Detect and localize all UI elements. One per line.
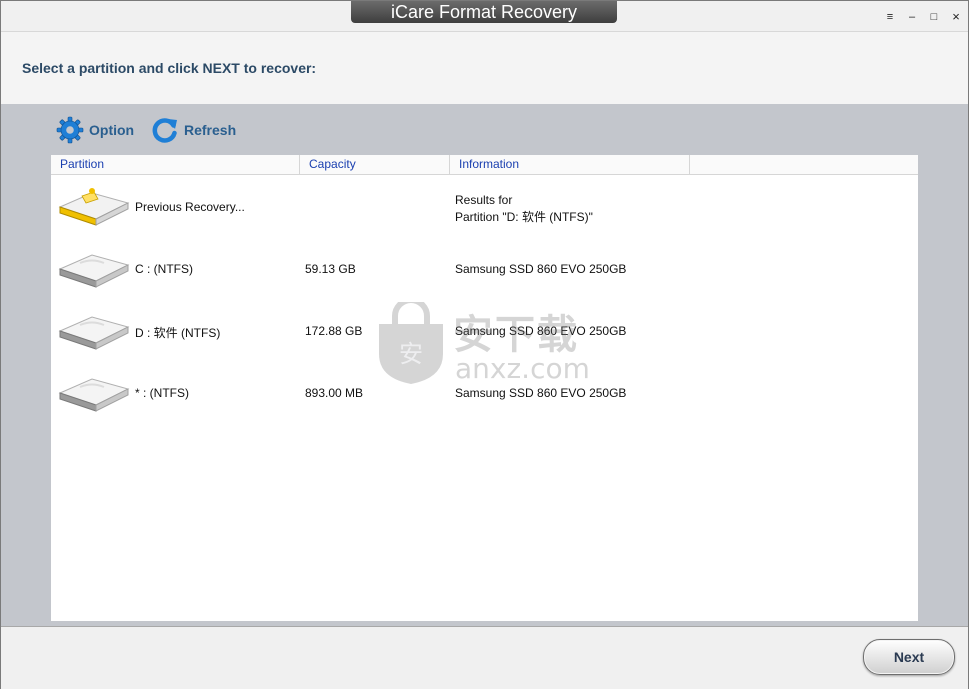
partition-name: C : (NTFS) [135,262,193,276]
partition-info-line1: Samsung SSD 860 EVO 250GB [455,386,627,400]
yellow-recovery-drive-icon [58,188,130,226]
hard-drive-icon [58,254,130,288]
maximize-button[interactable]: □ [927,10,941,24]
partition-info-line1: Samsung SSD 860 EVO 250GB [455,262,627,276]
menu-icon[interactable]: ≡ [883,10,897,24]
refresh-label: Refresh [184,122,237,138]
hard-drive-icon [58,316,130,350]
partition-info-line1: Samsung SSD 860 EVO 250GB [455,324,627,338]
refresh-button[interactable]: Refresh [151,116,236,144]
partition-capacity: 893.00 MB [305,386,364,400]
minimize-button[interactable]: – [905,10,919,24]
partition-capacity: 172.88 GB [305,324,363,338]
partition-info-line1: Results for [455,193,513,207]
option-label: Option [89,122,135,138]
footer-bar: Next [1,626,968,689]
main-panel: Option Refresh Partition Capacity Inform… [1,104,968,626]
list-header: Partition Capacity Information [51,155,918,175]
app-window: iCare Format Recovery ≡ – □ × Select a p… [0,0,969,689]
list-item-previous-recovery[interactable]: Previous Recovery... Results for Partiti… [51,175,918,237]
column-header-partition[interactable]: Partition [51,155,300,174]
title-bar[interactable]: iCare Format Recovery ≡ – □ × [1,1,968,31]
instruction-text: Select a partition and click NEXT to rec… [22,60,317,76]
partition-name: D : 软件 (NTFS) [135,326,221,340]
partition-name: Previous Recovery... [135,200,245,214]
partition-capacity: 59.13 GB [305,262,356,276]
hard-drive-icon [58,378,130,412]
instruction-header: Select a partition and click NEXT to rec… [1,31,968,105]
partition-name: * : (NTFS) [135,386,189,400]
partition-info-line2: Partition "D: 软件 (NTFS)" [455,210,593,224]
column-header-information[interactable]: Information [450,155,690,174]
list-item-partition-d[interactable]: D : 软件 (NTFS) 172.88 GB Samsung SSD 860 … [51,299,918,361]
partition-list[interactable]: Partition Capacity Information Previous … [51,155,918,621]
window-title: iCare Format Recovery [351,1,617,23]
next-button[interactable]: Next [863,639,955,675]
option-button[interactable]: Option [56,116,134,144]
gear-icon [56,116,84,144]
refresh-icon [152,118,177,143]
close-button[interactable]: × [949,10,963,24]
column-header-capacity[interactable]: Capacity [300,155,450,174]
list-item-partition-unlettered[interactable]: * : (NTFS) 893.00 MB Samsung SSD 860 EVO… [51,361,918,423]
list-item-partition-c[interactable]: C : (NTFS) 59.13 GB Samsung SSD 860 EVO … [51,237,918,299]
